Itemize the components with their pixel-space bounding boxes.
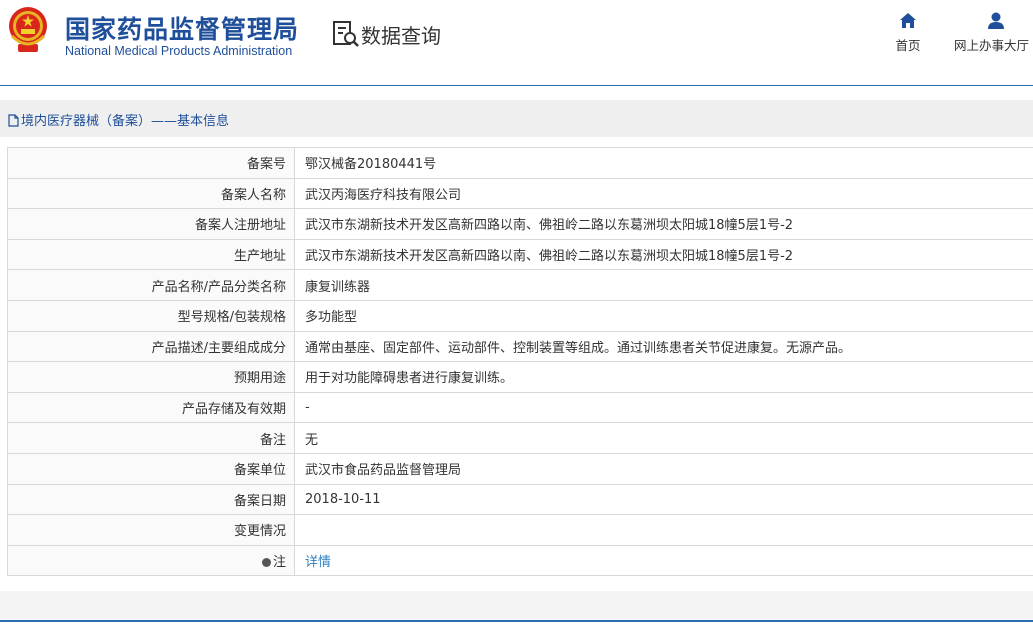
nav-home-label: 首页 — [895, 38, 921, 53]
table-row: 产品描述/主要组成成分 通常由基座、固定部件、运动部件、控制装置等组成。通过训练患… — [7, 330, 1033, 363]
note-label: 注 — [272, 555, 286, 571]
bulb-icon — [261, 558, 271, 568]
row-value: - — [294, 391, 1033, 424]
row-value: 用于对功能障碍患者进行康复训练。 — [294, 361, 1033, 393]
table-row: 备案日期 2018-10-11 — [7, 483, 1033, 516]
nav-online-office[interactable]: 网上办事大厅 — [954, 12, 1033, 54]
row-label: 预期用途 — [7, 361, 295, 393]
table-row: 备案人注册地址 武汉市东湖新技术开发区高新四路以南、佛祖岭二路以东葛洲坝太阳城18… — [7, 208, 1033, 240]
agency-name-cn: 国家药品监督管理局 — [65, 15, 300, 44]
row-value: 无 — [294, 422, 1033, 454]
row-value: 武汉丙海医疗科技有限公司 — [294, 177, 1033, 210]
row-label: 备案号 — [7, 147, 295, 179]
row-label: 变更情况 — [7, 514, 295, 546]
row-value: 康复训练器 — [294, 269, 1033, 301]
table-row: 备案单位 武汉市食品药品监督管理局 — [7, 452, 1033, 485]
site-header: 国家药品监督管理局 National Medical Products Admi… — [0, 0, 1033, 86]
data-query-title: 数据查询 — [361, 24, 441, 48]
user-icon — [988, 12, 1004, 29]
table-row: 备案人名称 武汉丙海医疗科技有限公司 — [7, 177, 1033, 210]
section-title-text: 境内医疗器械（备案）——基本信息 — [21, 114, 230, 129]
row-value: 武汉市东湖新技术开发区高新四路以南、佛祖岭二路以东葛洲坝太阳城18幢5层1号-2 — [294, 208, 1033, 240]
note-label-cell: 注 — [7, 544, 295, 577]
row-value: 武汉市食品药品监督管理局 — [294, 452, 1033, 485]
row-label: 备案人注册地址 — [7, 208, 295, 240]
row-label: 产品存储及有效期 — [7, 391, 295, 424]
row-label: 备注 — [7, 422, 295, 454]
details-link[interactable]: 详情 — [305, 555, 331, 570]
table-row: 产品名称/产品分类名称 康复训练器 — [7, 269, 1033, 301]
table-row: 变更情况 — [7, 514, 1033, 546]
footer-divider — [0, 620, 1033, 622]
row-value: 通常由基座、固定部件、运动部件、控制装置等组成。通过训练患者关节促进康复。无源产… — [294, 330, 1033, 363]
table-row: 备注无 — [7, 422, 1033, 454]
table-row: 产品存储及有效期 - — [7, 391, 1033, 424]
note-value-cell: 详情 — [294, 544, 1033, 577]
national-emblem-icon — [9, 7, 47, 52]
row-label: 型号规格/包装规格 — [7, 299, 295, 332]
row-value: 多功能型 — [294, 299, 1033, 332]
row-value — [294, 514, 1033, 546]
agency-name-en: National Medical Products Administration — [65, 44, 293, 58]
row-label: 备案日期 — [7, 483, 295, 516]
header-divider — [0, 85, 1033, 86]
row-label: 生产地址 — [7, 238, 295, 271]
table-row: 预期用途 用于对功能障碍患者进行康复训练。 — [7, 361, 1033, 393]
row-label: 产品描述/主要组成成分 — [7, 330, 295, 363]
row-value: 2018-10-11 — [294, 483, 1033, 516]
record-info-table: 备案号 鄂汉械备20180441号 备案人名称 武汉丙海医疗科技有限公司 备案人注册… — [7, 147, 1033, 577]
row-label: 备案单位 — [7, 452, 295, 485]
table-row: 备案号 鄂汉械备20180441号 — [7, 147, 1033, 179]
row-value: 鄂汉械备20180441号 — [294, 147, 1033, 179]
note-row: 注 详情 — [7, 544, 1033, 577]
home-icon — [900, 13, 916, 28]
row-label: 备案人名称 — [7, 177, 295, 210]
table-row: 生产地址 武汉市东湖新技术开发区高新四路以南、佛祖岭二路以东葛洲坝太阳城18幢5层… — [7, 238, 1033, 271]
data-query-icon — [333, 21, 359, 47]
document-icon — [8, 114, 19, 127]
table-row: 型号规格/包装规格 多功能型 — [7, 299, 1033, 332]
footer-band — [0, 591, 1033, 620]
nav-online-office-label: 网上办事大厅 — [954, 38, 1030, 53]
row-label: 产品名称/产品分类名称 — [7, 269, 295, 301]
nav-home[interactable]: 首页 — [888, 12, 928, 54]
section-title: 境内医疗器械（备案）——基本信息 — [8, 110, 229, 129]
row-value: 武汉市东湖新技术开发区高新四路以南、佛祖岭二路以东葛洲坝太阳城18幢5层1号-2 — [294, 238, 1033, 271]
